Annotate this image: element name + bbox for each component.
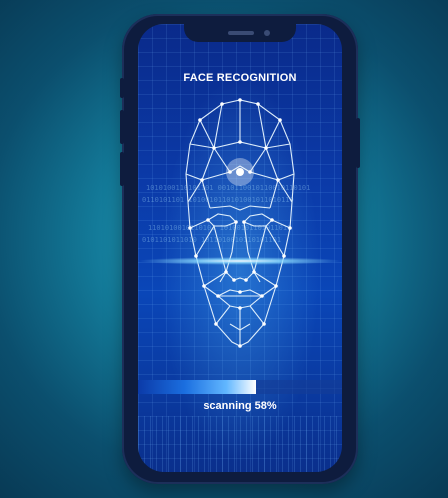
phone-screen: 1010100110101101 0010110010110010110101 …: [138, 24, 342, 472]
speaker-icon: [228, 31, 254, 35]
scan-status-text: scanning 58%: [203, 400, 277, 412]
front-camera-icon: [264, 30, 270, 36]
bottom-pattern: [138, 416, 342, 472]
phone-volume-down-button: [120, 110, 124, 144]
phone-mute-button: [120, 152, 124, 186]
phone-volume-up-button: [120, 78, 124, 98]
scan-light-beam: [138, 257, 342, 265]
scan-progress-fill: [138, 380, 257, 394]
scan-progress-bar: [138, 380, 342, 394]
phone-power-button: [356, 118, 360, 168]
